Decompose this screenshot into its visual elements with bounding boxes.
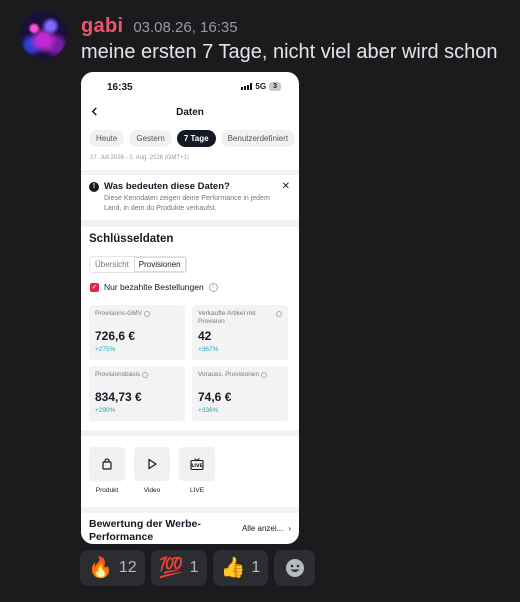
status-indicators: 5G 3 bbox=[241, 82, 281, 91]
metric-value: 834,73 € bbox=[95, 390, 142, 404]
add-reaction-button[interactable] bbox=[274, 550, 316, 586]
segment-uebersicht[interactable]: Übersicht bbox=[90, 257, 134, 272]
hundred-points-icon: 💯 bbox=[158, 557, 184, 579]
help-icon[interactable] bbox=[276, 311, 282, 317]
metric-delta: +367% bbox=[198, 346, 219, 353]
paid-orders-filter[interactable]: ✓ Nur bezahlte Bestellungen i bbox=[90, 282, 218, 292]
tab-benutzerdefiniert[interactable]: Benutzerdefiniert bbox=[220, 130, 296, 147]
reaction-100[interactable]: 💯 1 bbox=[150, 550, 207, 586]
timestamp: 03.08.26, 16:35 bbox=[133, 19, 238, 36]
attached-screenshot[interactable]: 16:35 5G 3 Daten Heute Gestern 7 Tage Be… bbox=[81, 72, 299, 544]
tab-heute[interactable]: Heute bbox=[89, 130, 125, 147]
help-icon[interactable] bbox=[142, 372, 149, 378]
metric-label: Verkaufte Artikel mit Provision bbox=[198, 310, 256, 325]
help-icon[interactable]: i bbox=[208, 282, 218, 292]
message-text: meine ersten 7 Tage, nicht viel aber wir… bbox=[81, 41, 498, 63]
nav-bar: Daten bbox=[81, 102, 299, 124]
thumbs-up-icon: 👍 bbox=[220, 557, 246, 579]
message-header: gabi 03.08.26, 16:35 bbox=[81, 15, 238, 38]
section-title: Schlüsseldaten bbox=[89, 233, 174, 245]
checkbox[interactable]: ✓ bbox=[90, 282, 99, 292]
metric-value: 42 bbox=[198, 329, 212, 343]
metric-label: Vorauss. Provisionen bbox=[198, 371, 260, 378]
add-reaction-icon bbox=[285, 559, 304, 577]
info-title: Was bedeuten diese Daten? bbox=[104, 181, 230, 192]
svg-text:LIVE: LIVE bbox=[191, 463, 202, 469]
metric-card[interactable]: Provisions-GMV 726,6 € +275% bbox=[89, 305, 185, 360]
metric-card[interactable]: Provisionsbasis 834,73 € +290% bbox=[89, 366, 185, 421]
reaction-count: 1 bbox=[251, 559, 261, 576]
tab-7-tage[interactable]: 7 Tage bbox=[176, 130, 216, 147]
network-label: 5G bbox=[255, 82, 267, 91]
segmented-control: Übersicht Provisionen bbox=[89, 256, 187, 273]
content-tools: Produkt Video LIVE LIVE bbox=[89, 447, 215, 494]
tool-live[interactable]: LIVE LIVE bbox=[179, 447, 215, 494]
fire-emoji-icon: 🔥 bbox=[88, 557, 113, 579]
reaction-thumbs-up[interactable]: 👍 1 bbox=[212, 550, 269, 586]
status-bar: 16:35 5G 3 bbox=[81, 72, 299, 102]
segment-provisionen[interactable]: Provisionen bbox=[133, 257, 186, 272]
show-all-link[interactable]: Alle anzei... › bbox=[242, 524, 291, 533]
metric-delta: +290% bbox=[95, 407, 116, 414]
divider bbox=[81, 220, 299, 227]
metric-label: Provisionsbasis bbox=[95, 371, 141, 378]
date-range: 27. Juli 2026 - 2. Aug. 2026 (GMT+1) bbox=[90, 155, 189, 161]
reactions-bar: 🔥 12 💯 1 👍 1 bbox=[80, 550, 316, 586]
reaction-fire[interactable]: 🔥 12 bbox=[80, 550, 145, 586]
tool-label: Video bbox=[143, 487, 161, 494]
tab-gestern[interactable]: Gestern bbox=[129, 130, 172, 147]
metric-delta: +275% bbox=[95, 346, 116, 353]
metric-card[interactable]: Vorauss. Provisionen 74,6 € +336% bbox=[192, 366, 288, 421]
help-icon[interactable] bbox=[261, 372, 268, 378]
date-tabs: Heute Gestern 7 Tage Benutzerdefiniert bbox=[89, 130, 296, 147]
metric-cards: Provisions-GMV 726,6 € +275% Verkaufte A… bbox=[89, 305, 291, 421]
info-description: Diese Kenndaten zeigen deine Performance… bbox=[104, 195, 270, 212]
play-icon bbox=[148, 458, 157, 470]
avatar[interactable] bbox=[20, 12, 67, 59]
live-tv-icon: LIVE bbox=[190, 458, 204, 470]
tool-produkt[interactable]: Produkt bbox=[89, 447, 125, 494]
metric-label: Provisions-GMV bbox=[95, 310, 142, 317]
page-title: Daten bbox=[176, 107, 204, 118]
shopping-bag-icon bbox=[102, 458, 112, 470]
battery-icon: 3 bbox=[269, 82, 281, 91]
reaction-count: 12 bbox=[118, 559, 137, 576]
metric-delta: +336% bbox=[198, 407, 219, 414]
show-all-label: Alle anzei... bbox=[241, 524, 284, 533]
divider bbox=[81, 507, 299, 513]
checkbox-label: Nur bezahlte Bestellungen bbox=[104, 282, 204, 292]
rating-title: Bewertung der Werbe-Performance bbox=[89, 518, 201, 543]
metric-value: 726,6 € bbox=[95, 329, 136, 343]
username[interactable]: gabi bbox=[81, 15, 123, 38]
tool-video[interactable]: Video bbox=[134, 447, 170, 494]
info-icon: ! bbox=[89, 182, 99, 192]
tool-label: Produkt bbox=[95, 487, 119, 494]
tool-label: LIVE bbox=[189, 487, 205, 494]
metric-card[interactable]: Verkaufte Artikel mit Provision 42 +367% bbox=[192, 305, 288, 360]
close-icon[interactable]: ✕ bbox=[282, 181, 290, 192]
divider bbox=[81, 430, 299, 436]
divider bbox=[81, 170, 299, 175]
status-time: 16:35 bbox=[107, 82, 133, 93]
signal-icon bbox=[241, 83, 253, 90]
metric-value: 74,6 € bbox=[198, 390, 232, 404]
chevron-right-icon: › bbox=[288, 524, 291, 533]
reaction-count: 1 bbox=[189, 559, 199, 576]
help-icon[interactable] bbox=[143, 311, 150, 317]
